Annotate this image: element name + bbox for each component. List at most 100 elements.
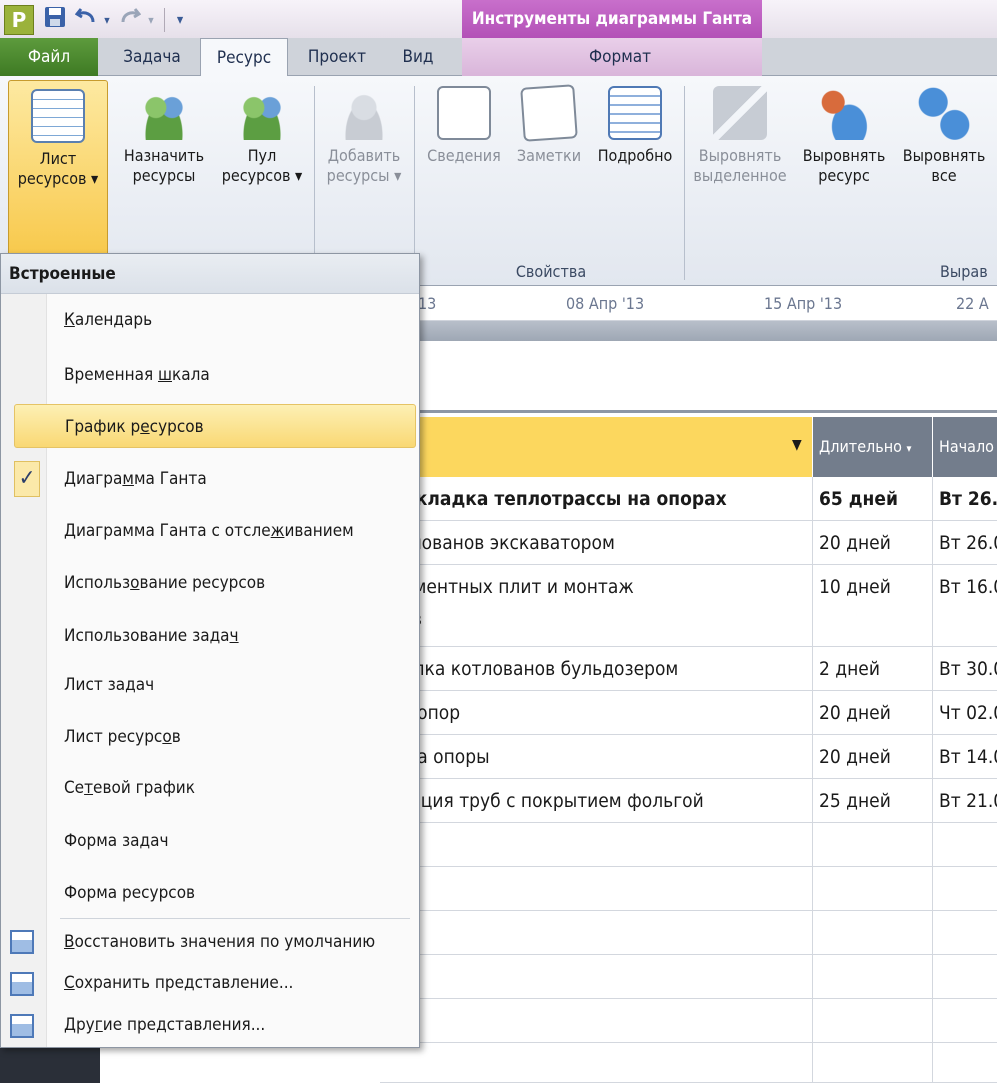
menu-item-resource-form[interactable]: Форма ресурсов (48, 871, 416, 915)
group-label-properties: Свойства (515, 262, 587, 281)
label-part: вание ресурсов (139, 573, 266, 593)
resource-pool-button[interactable]: Пул ресурсов ▾ (214, 86, 310, 186)
table-row[interactable]: котлованов экскаватором 20 дней Вт 26.0 (380, 521, 997, 565)
level-selection-button[interactable]: Выровнять выделенное (688, 86, 792, 186)
table-row[interactable]: асыпка котлованов бульдозером 2 дней Вт … (380, 647, 997, 691)
view-bar (0, 1045, 100, 1083)
menu-item-more-views[interactable]: Другие представления... (48, 1003, 416, 1047)
resource-pool-icon (235, 86, 289, 140)
label-hotkey: ш (158, 365, 172, 385)
task-name: уб на опоры (380, 746, 490, 768)
group-label-level: Вырав (940, 262, 988, 281)
ribbon-separator (414, 86, 415, 280)
level-selection-label-2: выделенное (693, 166, 787, 185)
table-row-empty[interactable] (380, 867, 997, 911)
details-button[interactable]: Подробно (590, 86, 680, 166)
label-part: осстановить значения по умолчанию (74, 932, 376, 952)
task-start: Вт 26.0 (932, 521, 997, 564)
label-hotkey: г (94, 1015, 103, 1035)
task-name: ндаментных плит и монтаж иков (380, 565, 810, 635)
menu-item-resource-sheet[interactable]: Лист ресурсов (48, 715, 416, 759)
menu-item-calendar[interactable]: Календарь (48, 298, 416, 342)
task-name-line: ндаментных плит и монтаж (380, 576, 634, 598)
menu-item-task-sheet[interactable]: Лист задач (48, 663, 416, 707)
level-all-button[interactable]: Выровнять все (896, 86, 992, 186)
undo-dropdown-icon[interactable]: ▾ (100, 5, 114, 35)
task-start: Вт 21.0 (932, 779, 997, 822)
resource-sheet-button[interactable]: Лист ресурсов ▾ (8, 80, 108, 256)
label-part: кала (172, 365, 210, 385)
ribbon-separator (684, 86, 685, 280)
information-label: Сведения (427, 146, 501, 165)
menu-item-network-diagram[interactable]: Сетевой график (48, 766, 416, 810)
assign-resources-button[interactable]: Назначить ресурсы (114, 86, 214, 186)
table-row[interactable]: уб на опоры 20 дней Вт 14.0 (380, 735, 997, 779)
information-button[interactable]: Сведения (420, 86, 508, 166)
menu-section-header: Встроенные (1, 254, 419, 294)
resource-pool-label-2: ресурсов ▾ (221, 166, 303, 185)
save-icon[interactable] (42, 5, 68, 35)
customize-qat-icon[interactable]: ▾ (170, 5, 190, 35)
save-view-icon (10, 972, 34, 996)
resource-sheet-label-2: ресурсов ▾ (17, 169, 99, 188)
column-header-start[interactable]: Начало (932, 417, 997, 477)
menu-item-reset-defaults[interactable]: Восстановить значения по умолчанию (48, 920, 416, 964)
column-dropdown-icon[interactable]: ▼ (792, 437, 802, 453)
table-row[interactable]: ж/б опор 20 дней Чт 02.0 (380, 691, 997, 735)
timeline-label: 08 Апр '13 (566, 294, 645, 313)
label-part: Лист задач (64, 675, 155, 695)
menu-item-task-form[interactable]: Форма задач (48, 819, 416, 863)
task-duration: 10 дней (812, 565, 932, 646)
label-part: сурсов (149, 417, 204, 437)
label-hotkey: е (140, 417, 150, 437)
label-part: иванием (284, 521, 354, 541)
add-resources-button[interactable]: Добавить ресурсы ▾ (318, 86, 410, 186)
column-header-duration[interactable]: Длительно ▾ (812, 417, 932, 477)
level-all-label-1: Выровнять (902, 146, 986, 165)
timeline-label: 15 Апр '13 (764, 294, 843, 313)
table-row-empty[interactable] (380, 955, 997, 999)
table-row[interactable]: ндаментных плит и монтаж иков 10 дней Вт … (380, 565, 997, 647)
add-resources-label-1: Добавить (327, 146, 401, 165)
table-row[interactable]: золяция труб с покрытием фольгой 25 дней… (380, 779, 997, 823)
level-resource-label-1: Выровнять (802, 146, 886, 165)
checkmark-icon: ✓ (14, 461, 40, 497)
tab-file[interactable]: Файл (0, 38, 98, 76)
redo-dropdown-icon[interactable]: ▾ (144, 5, 158, 35)
tab-project[interactable]: Проект (292, 38, 382, 76)
table-row-empty[interactable] (380, 823, 997, 867)
table-row[interactable]: прокладка теплотрассы на опорах 65 дней … (380, 477, 997, 521)
level-resource-button[interactable]: Выровнять ресурс (792, 86, 896, 186)
label-part: Диагра (64, 469, 123, 489)
table-row-empty[interactable] (380, 911, 997, 955)
table-row-empty[interactable] (380, 1043, 997, 1083)
qat-separator (164, 8, 165, 32)
label-part: График р (65, 417, 141, 437)
label-hotkey: С (64, 973, 75, 993)
label-part: Дру (64, 1015, 95, 1035)
menu-item-tracking-gantt[interactable]: Диаграмма Ганта с отслеживанием (48, 509, 416, 553)
menu-item-resource-usage[interactable]: Использование ресурсов (48, 561, 416, 605)
menu-item-task-usage[interactable]: Использование задач (48, 614, 416, 658)
project-app-icon[interactable]: P (4, 5, 34, 35)
notes-button[interactable]: Заметки (508, 84, 590, 166)
resource-pool-label-1: Пул (247, 146, 277, 165)
undo-icon[interactable] (74, 5, 98, 35)
reset-view-icon (10, 930, 34, 954)
redo-icon[interactable] (118, 5, 142, 35)
tab-format[interactable]: Формат (560, 38, 680, 76)
table-row-empty[interactable] (380, 999, 997, 1043)
task-start: Чт 02.0 (932, 691, 997, 734)
menu-item-save-view[interactable]: Сохранить представление... (48, 961, 416, 1005)
task-start: Вт 14.0 (932, 735, 997, 778)
menu-item-gantt-chart[interactable]: Диаграмма Ганта (48, 457, 416, 501)
notes-label: Заметки (516, 146, 582, 165)
tab-resource[interactable]: Ресурс (200, 38, 288, 77)
tab-view[interactable]: Вид (388, 38, 448, 76)
menu-item-resource-graph[interactable]: График ресурсов (14, 404, 416, 448)
menu-item-timeline[interactable]: Временная шкала (48, 353, 416, 397)
resource-sheet-label-1: Лист (39, 149, 77, 168)
tab-task[interactable]: Задача (106, 38, 198, 76)
label-part: алендарь (74, 310, 153, 330)
details-icon (608, 86, 662, 140)
